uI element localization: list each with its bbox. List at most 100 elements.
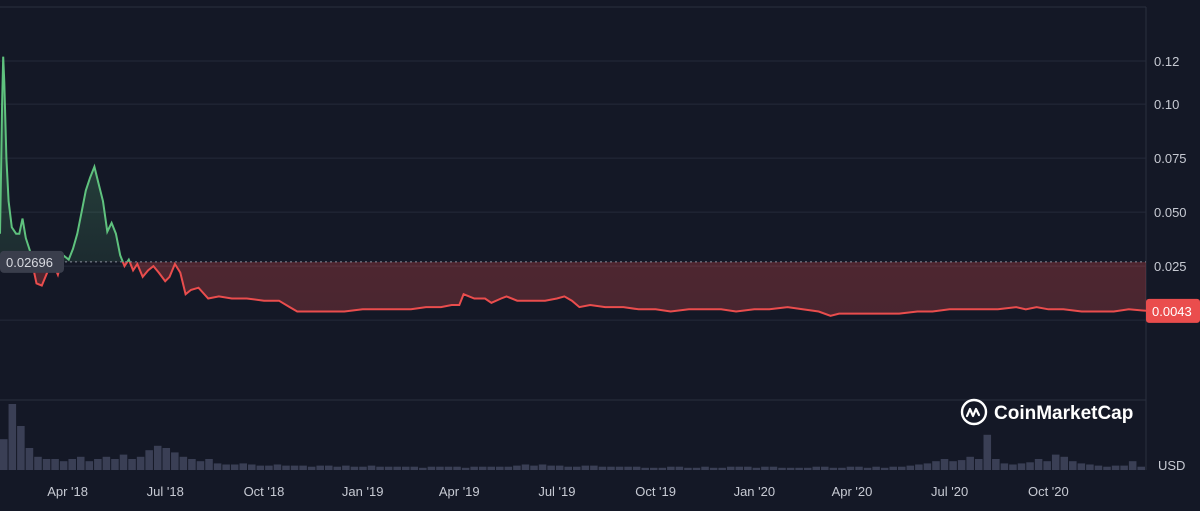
volume-bar xyxy=(590,465,598,470)
volume-bar xyxy=(68,459,76,470)
volume-bar xyxy=(1000,463,1009,470)
y-tick-label: 0.075 xyxy=(1154,151,1187,166)
volume-bar xyxy=(136,456,145,470)
x-tick-label: Oct '19 xyxy=(635,484,676,499)
volume-bar xyxy=(675,466,684,470)
volume-bar xyxy=(171,452,179,470)
volume-bar xyxy=(496,466,504,470)
volume-bar xyxy=(1051,454,1060,470)
volume-bar xyxy=(42,459,51,470)
volume-bar xyxy=(145,450,153,470)
volume-bar xyxy=(188,459,196,470)
volume-bar xyxy=(299,465,307,470)
volume-bar xyxy=(153,445,162,470)
volume-bar xyxy=(128,459,136,470)
x-tick-label: Oct '20 xyxy=(1028,484,1069,499)
volume-bar xyxy=(983,434,992,470)
price-chart[interactable]: 0.025 0.050 0.075 0.10 0.12 Apr '18 Jul '18 Oc… xyxy=(0,0,1200,511)
volume-bar xyxy=(316,465,324,470)
volume-bar xyxy=(427,466,436,470)
volume-bar xyxy=(410,466,419,470)
volume-bar xyxy=(1060,456,1069,470)
volume-bar xyxy=(256,465,265,470)
x-tick-label: Apr '18 xyxy=(47,484,88,499)
y-tick-label: 0.10 xyxy=(1154,97,1179,112)
volume-bar xyxy=(367,465,376,470)
volume-bar xyxy=(795,467,803,470)
volume-bar xyxy=(248,464,256,470)
volume-bar xyxy=(786,467,795,470)
volume-bar xyxy=(230,464,239,470)
volume-bar xyxy=(8,404,17,470)
volume-bar xyxy=(915,464,923,470)
volume-bar xyxy=(744,466,752,470)
volume-bar xyxy=(992,459,1000,470)
volume-bar xyxy=(85,461,94,470)
volume-bar xyxy=(453,466,461,470)
volume-bar xyxy=(290,465,299,470)
brand-watermark: CoinMarketCap xyxy=(960,398,1133,426)
volume-bar xyxy=(1086,464,1094,470)
volume-bar xyxy=(829,467,838,470)
volume-bar xyxy=(521,464,530,470)
x-tick-label: Jul '20 xyxy=(931,484,968,499)
volume-bar xyxy=(564,466,572,470)
volume-bar xyxy=(1034,459,1043,470)
volume-bar xyxy=(487,466,496,470)
volume-bar xyxy=(573,466,581,470)
volume-bar xyxy=(624,466,632,470)
volume-bar xyxy=(649,467,658,470)
x-tick-label: Apr '20 xyxy=(832,484,873,499)
volume-bar xyxy=(966,456,974,470)
volume-bar xyxy=(1026,462,1034,470)
volume-bar xyxy=(239,463,248,470)
volume-bar xyxy=(880,467,889,470)
volume-bar xyxy=(504,466,513,470)
volume-bar xyxy=(1069,461,1077,470)
volume-bar xyxy=(461,467,470,470)
volume-bar xyxy=(1137,466,1145,470)
volume-bar xyxy=(25,448,34,470)
volume-bar xyxy=(436,466,444,470)
volume-bar xyxy=(778,467,786,470)
volume-bar xyxy=(863,467,872,470)
volume-bar xyxy=(1103,466,1111,470)
price-area-below-baseline xyxy=(0,261,1146,316)
volume-bar xyxy=(940,459,949,470)
volume-bar xyxy=(59,461,68,470)
volume-bar xyxy=(752,467,761,470)
volume-bar xyxy=(846,466,855,470)
volume-bar xyxy=(419,467,427,470)
volume-bar xyxy=(641,467,649,470)
volume-bar xyxy=(735,466,744,470)
volume-bar xyxy=(513,465,521,470)
x-tick-label: Jan '19 xyxy=(342,484,384,499)
volume-bar xyxy=(94,459,102,470)
volume-bar xyxy=(179,456,188,470)
volume-bar xyxy=(350,466,359,470)
volume-bar xyxy=(196,461,205,470)
volume-bar xyxy=(906,465,915,470)
volume-bar xyxy=(34,456,42,470)
volume-bar xyxy=(119,454,128,470)
volume-bar xyxy=(205,459,213,470)
volume-bar xyxy=(359,466,367,470)
volume-bar xyxy=(0,439,8,470)
volume-bar xyxy=(222,464,230,470)
currency-label: USD xyxy=(1158,458,1185,473)
y-axis-ticks: 0.025 0.050 0.075 0.10 0.12 xyxy=(1154,54,1187,274)
volume-bar xyxy=(307,466,316,470)
chart-canvas[interactable]: 0.025 0.050 0.075 0.10 0.12 Apr '18 Jul '18 Oc… xyxy=(0,0,1200,511)
volume-bar xyxy=(718,467,726,470)
volume-bar xyxy=(692,467,701,470)
volume-bar xyxy=(632,466,641,470)
volume-bar xyxy=(324,465,333,470)
volume-bar xyxy=(1111,465,1120,470)
volume-bar xyxy=(162,448,171,470)
volume-bar xyxy=(667,466,675,470)
brand-name: CoinMarketCap xyxy=(994,403,1133,424)
volume-bar xyxy=(872,466,880,470)
volume-bar xyxy=(598,466,607,470)
volume-bar xyxy=(1128,461,1137,470)
volume-bar xyxy=(1077,463,1086,470)
